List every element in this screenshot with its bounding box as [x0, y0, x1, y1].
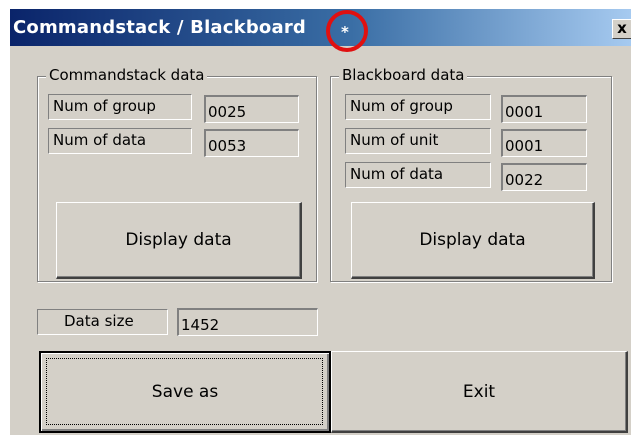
cs-num-group-value: 0025 [204, 95, 299, 123]
bb-num-group-value: 0001 [501, 95, 587, 123]
exit-button[interactable]: Exit [331, 351, 628, 433]
bb-num-data-label: Num of data [345, 162, 491, 188]
cs-num-data-value: 0053 [204, 129, 299, 157]
title-bar[interactable]: Commandstack / Blackboard * x [10, 9, 631, 52]
bb-num-data-value: 0022 [501, 163, 587, 191]
bb-display-data-button[interactable]: Display data [351, 202, 595, 279]
commandstack-legend: Commandstack data [46, 66, 208, 84]
close-button[interactable]: x [612, 19, 631, 39]
save-as-focus-ring [46, 358, 323, 425]
cs-num-group-label: Num of group [48, 94, 192, 120]
bb-num-unit-label: Num of unit [345, 128, 491, 154]
blackboard-legend: Blackboard data [339, 66, 468, 84]
bb-num-group-label: Num of group [345, 94, 491, 120]
annotation-circle [326, 10, 368, 52]
bb-num-unit-value: 0001 [501, 129, 587, 157]
dialog-window: Commandstack / Blackboard * x Commandsta… [9, 8, 631, 435]
data-size-label: Data size [37, 309, 168, 335]
cs-num-data-label: Num of data [48, 128, 192, 154]
cs-display-data-button[interactable]: Display data [56, 202, 302, 279]
commandstack-group: Commandstack data Num of group 0025 Num … [37, 66, 317, 282]
window-title: Commandstack / Blackboard [13, 17, 306, 38]
save-as-button[interactable]: Save as [39, 351, 331, 433]
blackboard-group: Blackboard data Num of group 0001 Num of… [330, 66, 612, 282]
data-size-value: 1452 [177, 308, 318, 336]
